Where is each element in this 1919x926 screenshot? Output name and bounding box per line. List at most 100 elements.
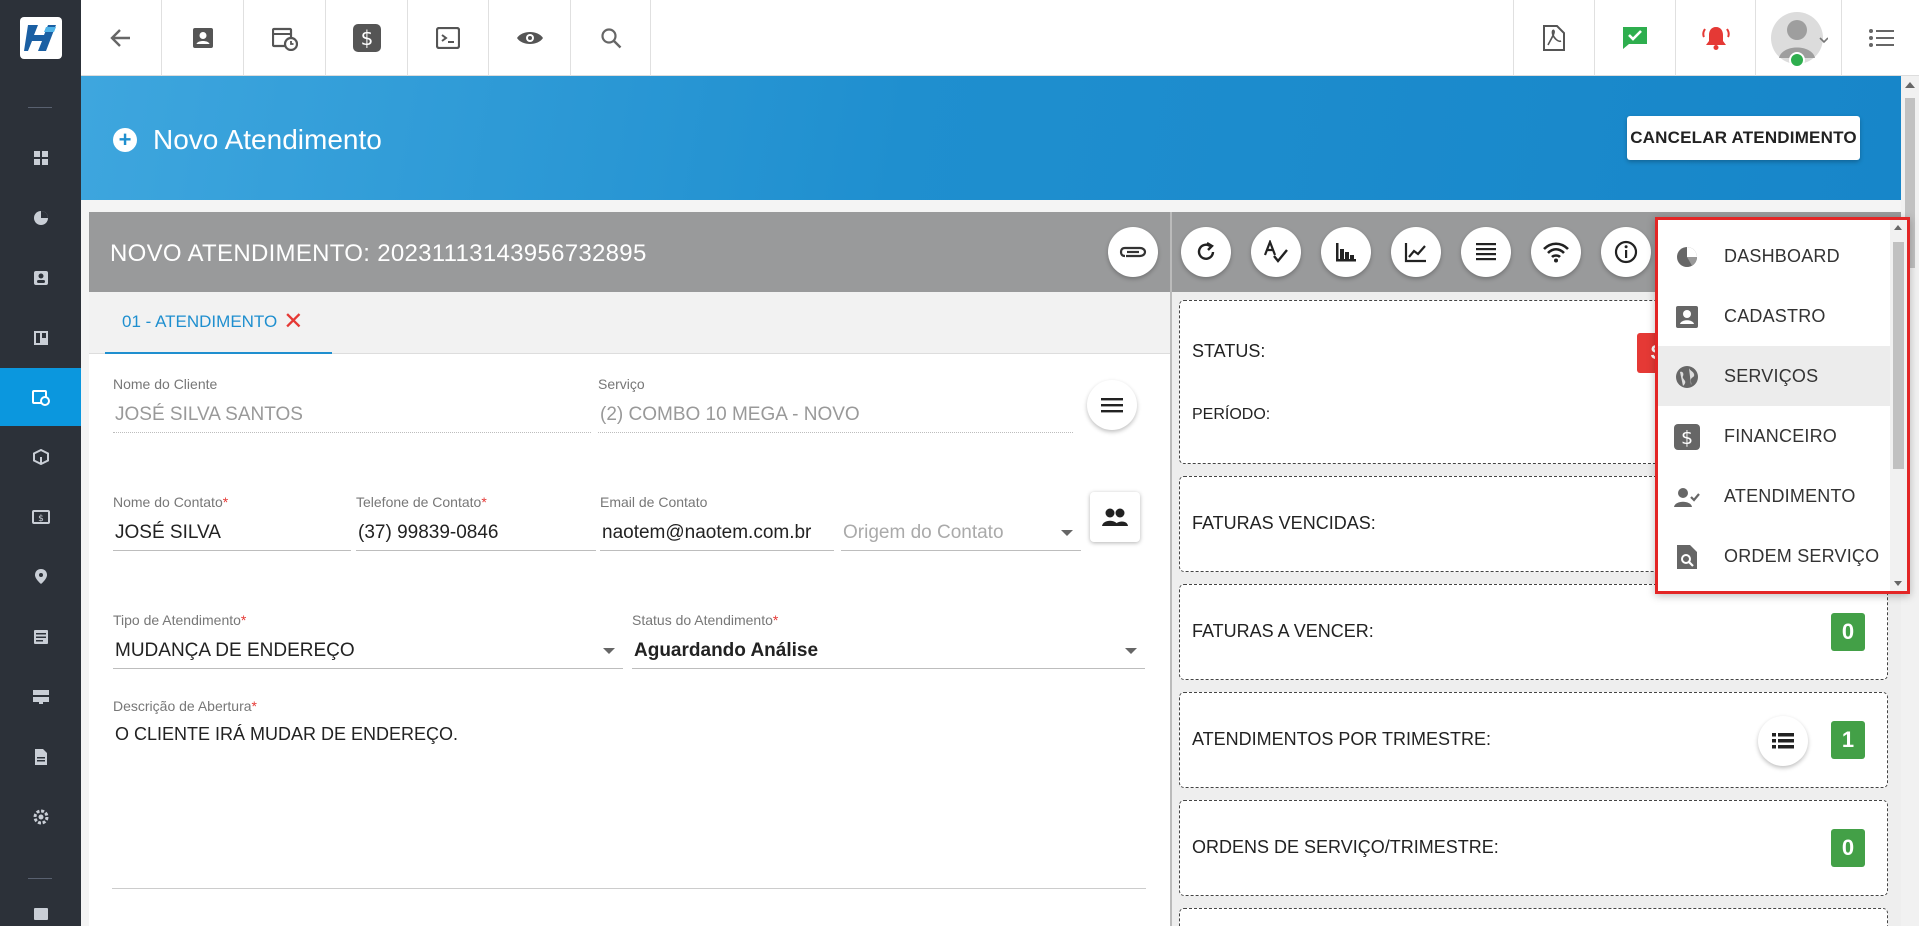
- sidebar-item-documents[interactable]: [0, 728, 81, 786]
- dropdown-label: SERVIÇOS: [1724, 365, 1819, 386]
- tipo-value[interactable]: MUDANÇA DE ENDEREÇO: [113, 634, 623, 669]
- gear-icon: [33, 809, 48, 825]
- sidebar-item-more[interactable]: [0, 904, 81, 926]
- svg-text:$: $: [360, 26, 373, 50]
- schedule-button[interactable]: [244, 0, 326, 76]
- app-logo[interactable]: [0, 0, 81, 76]
- search-button[interactable]: [571, 0, 651, 76]
- people-icon: [1102, 508, 1128, 526]
- contato-input[interactable]: JOSÉ SILVA: [113, 516, 351, 551]
- notes-icon: [33, 630, 48, 644]
- dropdown-item-financeiro[interactable]: $ FINANCEIRO: [1658, 406, 1890, 466]
- atendimentos-list-button[interactable]: [1758, 716, 1808, 766]
- ordens-card: ORDENS DE SERVIÇO/TRIMESTRE: 0: [1179, 800, 1888, 896]
- finance-button[interactable]: $: [326, 0, 408, 76]
- periodo-label: PERÍODO:: [1192, 406, 1271, 423]
- dollar-icon: $: [352, 24, 381, 52]
- tipo-select[interactable]: Tipo de Atendimento* MUDANÇA DE ENDEREÇO: [113, 612, 623, 672]
- bar-chart-button[interactable]: [1321, 227, 1371, 277]
- faturas-a-vencer-label: FATURAS A VENCER:: [1192, 621, 1374, 641]
- document-icon: [34, 749, 47, 765]
- origem-placeholder[interactable]: Origem do Contato: [841, 516, 1081, 551]
- contacts-lookup-button[interactable]: [1090, 492, 1140, 542]
- sidebar-item-dashboard[interactable]: [0, 129, 81, 187]
- dropdown-item-cadastro[interactable]: CADASTRO: [1658, 286, 1890, 346]
- grid-icon: [33, 151, 48, 165]
- logo-icon: [23, 25, 56, 51]
- contacts-button[interactable]: [162, 0, 244, 76]
- user-menu[interactable]: [1755, 0, 1841, 76]
- descricao-underline: [112, 888, 1146, 889]
- descricao-textarea[interactable]: O CLIENTE IRÁ MUDAR DE ENDEREÇO.: [115, 724, 458, 745]
- pdf-file-icon: [1543, 25, 1565, 51]
- dropdown-scrollbar[interactable]: [1890, 220, 1907, 591]
- servico-value[interactable]: (2) COMBO 10 MEGA - NOVO: [598, 398, 1073, 433]
- dropdown-item-atendimento[interactable]: ATENDIMENTO: [1658, 466, 1890, 526]
- sidebar-item-servers[interactable]: [0, 668, 81, 726]
- info-button[interactable]: [1601, 227, 1651, 277]
- terminal-button[interactable]: [408, 0, 489, 76]
- cliente-field[interactable]: Nome do Cliente JOSÉ SILVA SANTOS: [113, 376, 591, 436]
- origem-select[interactable]: Origem do Contato: [841, 494, 1081, 554]
- refresh-button[interactable]: [1181, 227, 1231, 277]
- dropdown-label: CADASTRO: [1724, 305, 1826, 326]
- cliente-label: Nome do Cliente: [113, 376, 218, 392]
- service-menu-button[interactable]: [1087, 380, 1137, 430]
- list-button[interactable]: [1461, 227, 1511, 277]
- contato-field[interactable]: Nome do Contato* JOSÉ SILVA: [113, 494, 351, 554]
- sidebar-item-map[interactable]: [0, 548, 81, 606]
- spellcheck-button[interactable]: [1251, 227, 1301, 277]
- sidebar-item-reports[interactable]: [0, 189, 81, 247]
- sidebar-item-settings[interactable]: [0, 788, 81, 846]
- status-value[interactable]: Aguardando Análise: [632, 634, 1145, 669]
- attach-button[interactable]: [1108, 227, 1158, 277]
- email-input[interactable]: naotem@naotem.com.br: [600, 516, 834, 551]
- sidebar-item-contacts[interactable]: [0, 249, 81, 307]
- cancel-atendimento-button[interactable]: CANCELAR ATENDIMENTO: [1627, 116, 1860, 160]
- servico-label: Serviço: [598, 376, 645, 392]
- tab-label: 01 - ATENDIMENTO: [122, 312, 278, 331]
- sidebar-item-finance[interactable]: $: [0, 488, 81, 546]
- line-chart-button[interactable]: [1391, 227, 1441, 277]
- email-field[interactable]: Email de Contato naotem@naotem.com.br: [600, 494, 834, 554]
- status-label: Status do Atendimento*: [632, 612, 779, 628]
- dropdown-item-servicos[interactable]: SERVIÇOS: [1658, 346, 1890, 406]
- back-button[interactable]: [81, 0, 162, 76]
- wifi-button[interactable]: [1531, 227, 1581, 277]
- scroll-up-arrow-icon[interactable]: [1905, 82, 1915, 88]
- page-title-text: Novo Atendimento: [153, 124, 382, 155]
- tab-atendimento[interactable]: 01 - ATENDIMENTO ✕: [105, 292, 332, 354]
- status-select[interactable]: Status do Atendimento* Aguardando Anális…: [632, 612, 1145, 672]
- cliente-value[interactable]: JOSÉ SILVA SANTOS: [113, 398, 591, 433]
- dropdown-scroll-thumb[interactable]: [1893, 242, 1904, 469]
- pie-chart-icon: [33, 211, 48, 225]
- line-chart-icon: [1404, 243, 1426, 263]
- telefone-input[interactable]: (37) 99839-0846: [356, 516, 596, 551]
- faturas-vencidas-label: FATURAS VENCIDAS:: [1192, 513, 1376, 533]
- pdf-button[interactable]: [1513, 0, 1594, 76]
- menu-list-button[interactable]: [1841, 0, 1919, 76]
- alerts-button[interactable]: [1675, 0, 1755, 76]
- server-icon: [32, 690, 49, 704]
- dropdown-item-dashboard[interactable]: DASHBOARD: [1658, 226, 1890, 286]
- document-search-icon: [1674, 544, 1700, 570]
- close-tab-icon[interactable]: ✕: [283, 310, 303, 334]
- chevron-down-icon: [1125, 648, 1137, 654]
- view-button[interactable]: [489, 0, 571, 76]
- status-label: STATUS:: [1192, 341, 1266, 361]
- tasks-button[interactable]: [1594, 0, 1675, 76]
- scroll-down-arrow-icon[interactable]: [1894, 581, 1902, 586]
- scroll-up-arrow-icon[interactable]: [1894, 225, 1902, 230]
- descricao-field[interactable]: Descrição de Abertura* O CLIENTE IRÁ MUD…: [113, 698, 1147, 878]
- sidebar-item-notes[interactable]: [0, 608, 81, 666]
- faturas-a-vencer-badge: 0: [1831, 613, 1865, 651]
- telefone-field[interactable]: Telefone de Contato* (37) 99839-0846: [356, 494, 596, 554]
- left-sidebar: $: [0, 0, 81, 926]
- navigation-dropdown: DASHBOARD CADASTRO SERVIÇOS $ FINANCEIRO…: [1655, 217, 1910, 594]
- sidebar-item-schedule[interactable]: [0, 368, 81, 426]
- sidebar-item-inventory[interactable]: [0, 428, 81, 486]
- sidebar-item-board[interactable]: [0, 309, 81, 367]
- spellcheck-icon: [1263, 240, 1288, 263]
- dropdown-item-ordem-servico[interactable]: ORDEM SERVIÇO: [1658, 526, 1890, 586]
- servico-field[interactable]: Serviço (2) COMBO 10 MEGA - NOVO: [598, 376, 1073, 436]
